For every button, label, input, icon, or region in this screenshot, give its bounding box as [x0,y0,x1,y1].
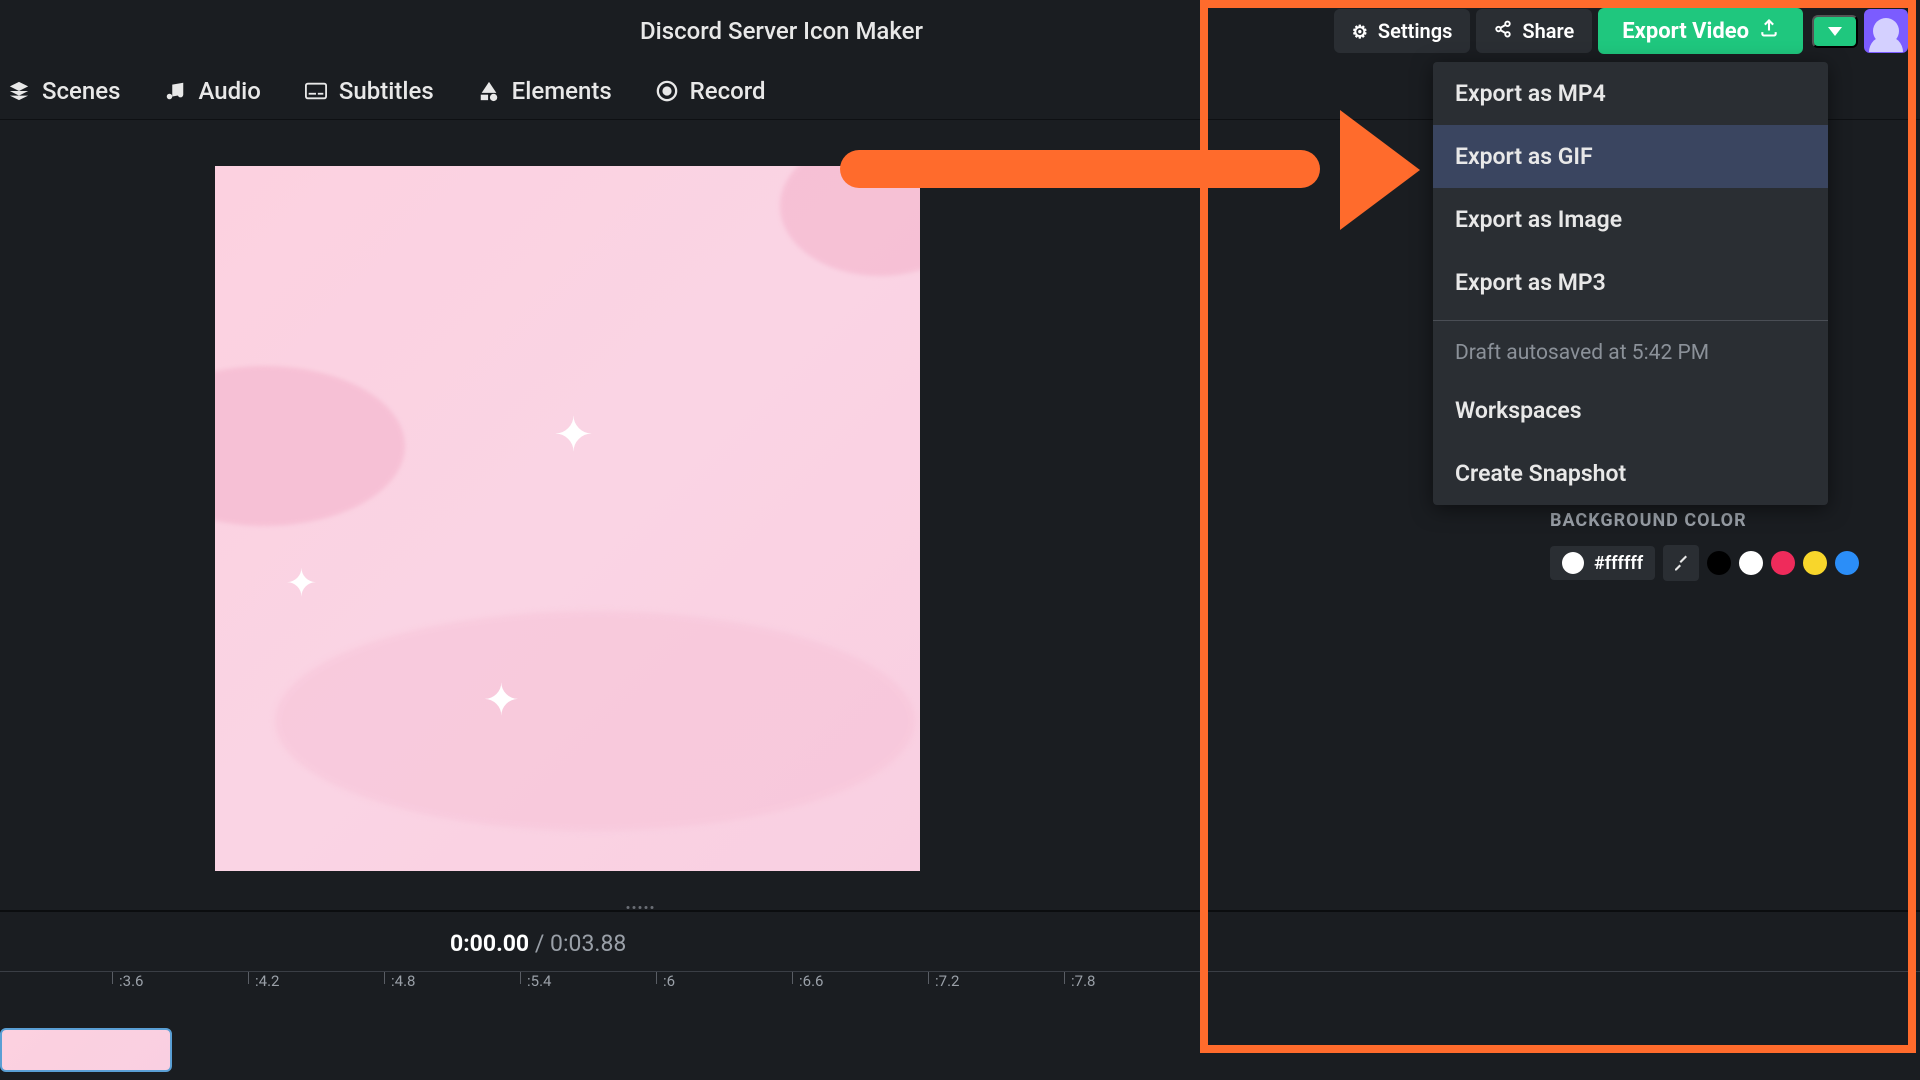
color-hex-input[interactable]: #ffffff [1550,546,1655,580]
timeline-ruler[interactable]: :3.6 :4.2 :4.8 :5.4 :6 :6.6 :7.2 :7.8 [0,971,1920,995]
ruler-tick: :4.2 [248,972,279,984]
export-dropdown-toggle[interactable] [1812,15,1858,48]
subtitles-icon [305,80,327,102]
gear-icon [1352,19,1368,43]
create-snapshot-option[interactable]: Create Snapshot [1433,442,1828,505]
subtitles-label: Subtitles [339,77,434,105]
ruler-tick: :3.6 [112,972,143,984]
current-time: 0:00.00 [450,930,529,957]
settings-button[interactable]: Settings [1334,9,1471,53]
export-video-button[interactable]: Export Video [1598,8,1803,54]
color-swatch-black[interactable] [1707,551,1731,575]
elements-label: Elements [512,77,612,105]
export-label: Export Video [1622,19,1749,44]
tab-subtitles[interactable]: Subtitles [305,77,434,105]
autosave-status: Draft autosaved at 5:42 PM [1433,327,1828,379]
ruler-tick: :6.6 [792,972,823,984]
color-hex-value: #ffffff [1594,553,1643,574]
record-label: Record [690,77,766,105]
drag-handle-icon[interactable] [627,906,654,909]
export-gif-option[interactable]: Export as GIF [1433,125,1828,188]
audio-label: Audio [198,77,260,105]
settings-label: Settings [1378,19,1452,43]
ruler-tick: :7.8 [1064,972,1095,984]
ruler-tick: :5.4 [520,972,551,984]
project-title[interactable]: Discord Server Icon Maker [640,17,923,45]
tab-audio[interactable]: Audio [164,77,260,105]
time-display: 0:00.00 / 0:03.88 [450,912,1920,971]
workspaces-option[interactable]: Workspaces [1433,379,1828,442]
share-button[interactable]: Share [1476,9,1592,53]
export-mp4-option[interactable]: Export as MP4 [1433,62,1828,125]
music-note-icon [164,80,186,102]
upload-icon [1759,18,1779,44]
share-icon [1494,19,1512,43]
timeline[interactable]: 0:00.00 / 0:03.88 :3.6 :4.2 :4.8 :5.4 :6… [0,910,1920,1080]
eyedropper-icon [1672,554,1690,572]
tab-scenes[interactable]: Scenes [8,77,120,105]
scenes-label: Scenes [42,77,120,105]
record-icon [656,80,678,102]
user-avatar[interactable] [1864,9,1908,53]
export-mp3-option[interactable]: Export as MP3 [1433,251,1828,314]
color-swatch-yellow[interactable] [1803,551,1827,575]
tab-record[interactable]: Record [656,77,766,105]
sparkle-icon: ✦ [286,561,318,606]
preview-canvas[interactable]: ✦ ✦ ✦ [215,166,920,871]
sparkle-icon: ✦ [553,406,593,463]
avatar-icon [1873,18,1899,44]
decoration [780,166,920,276]
decoration [275,611,915,831]
shapes-icon [478,80,500,102]
chevron-down-icon [1828,27,1842,36]
divider [1433,320,1828,321]
eyedropper-button[interactable] [1663,545,1699,581]
time-separator: / [529,930,550,957]
ruler-tick: :6 [656,972,675,984]
current-color-swatch [1562,552,1584,574]
ruler-tick: :4.8 [384,972,415,984]
color-swatch-red[interactable] [1771,551,1795,575]
export-image-option[interactable]: Export as Image [1433,188,1828,251]
sparkle-icon: ✦ [483,674,520,726]
layers-icon [8,80,30,102]
color-swatch-white[interactable] [1739,551,1763,575]
total-time: 0:03.88 [550,930,626,957]
ruler-tick: :7.2 [928,972,959,984]
decoration [215,366,405,526]
tab-elements[interactable]: Elements [478,77,612,105]
color-swatch-blue[interactable] [1835,551,1859,575]
timeline-clip[interactable] [0,1028,172,1072]
export-dropdown-menu: Export as MP4 Export as GIF Export as Im… [1433,62,1828,505]
share-label: Share [1522,19,1574,43]
background-color-label: BACKGROUND COLOR [1550,510,1890,531]
